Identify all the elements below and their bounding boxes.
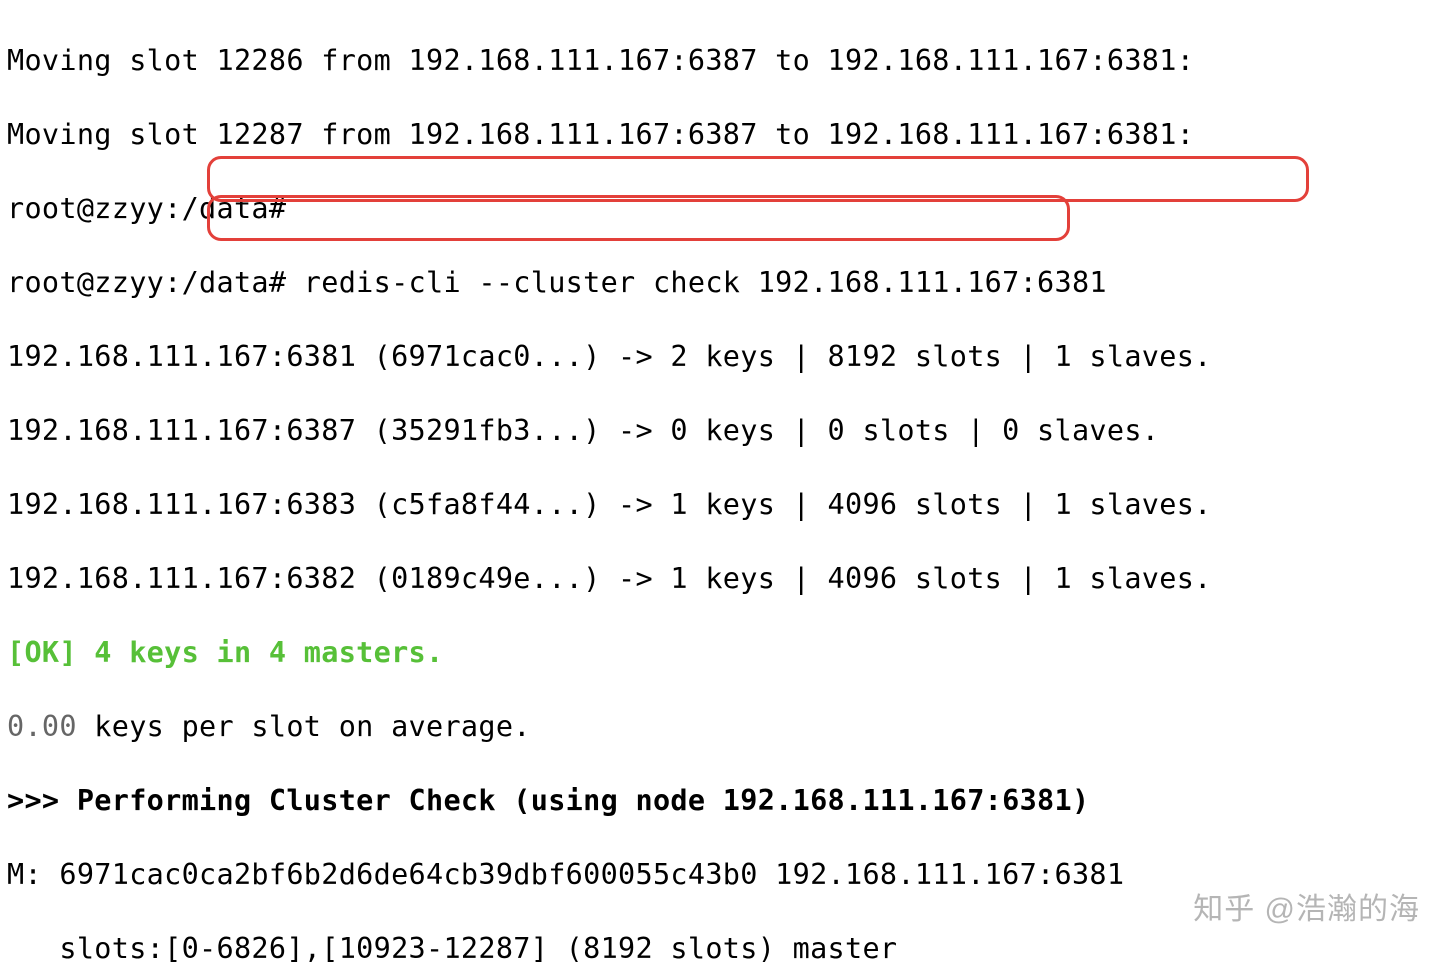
avg-label: keys per slot on average. — [77, 710, 531, 743]
shell-command: root@zzyy:/data# redis-cli --cluster che… — [7, 264, 1433, 301]
output-line: Moving slot 12286 from 192.168.111.167:6… — [7, 42, 1433, 79]
ok-status-line: [OK] 4 keys in 4 masters. — [7, 634, 1433, 671]
terminal-output[interactable]: Moving slot 12286 from 192.168.111.167:6… — [0, 0, 1440, 970]
watermark-text: 知乎 @浩瀚的海 — [1193, 891, 1420, 928]
avg-value: 0.00 — [7, 710, 77, 743]
output-line: 0.00 keys per slot on average. — [7, 708, 1433, 745]
cluster-node-line: 192.168.111.167:6382 (0189c49e...) -> 1 … — [7, 560, 1433, 597]
cluster-node-line: 192.168.111.167:6383 (c5fa8f44...) -> 1 … — [7, 486, 1433, 523]
output-line: Moving slot 12287 from 192.168.111.167:6… — [7, 116, 1433, 153]
cluster-check-header: >>> Performing Cluster Check (using node… — [7, 782, 1433, 819]
master-node-line: M: 6971cac0ca2bf6b2d6de64cb39dbf600055c4… — [7, 856, 1433, 893]
slots-line: slots:[0-6826],[10923-12287] (8192 slots… — [7, 930, 1433, 967]
cluster-node-line: 192.168.111.167:6381 (6971cac0...) -> 2 … — [7, 338, 1433, 375]
cluster-node-line: 192.168.111.167:6387 (35291fb3...) -> 0 … — [7, 412, 1433, 449]
shell-prompt: root@zzyy:/data# — [7, 190, 1433, 227]
